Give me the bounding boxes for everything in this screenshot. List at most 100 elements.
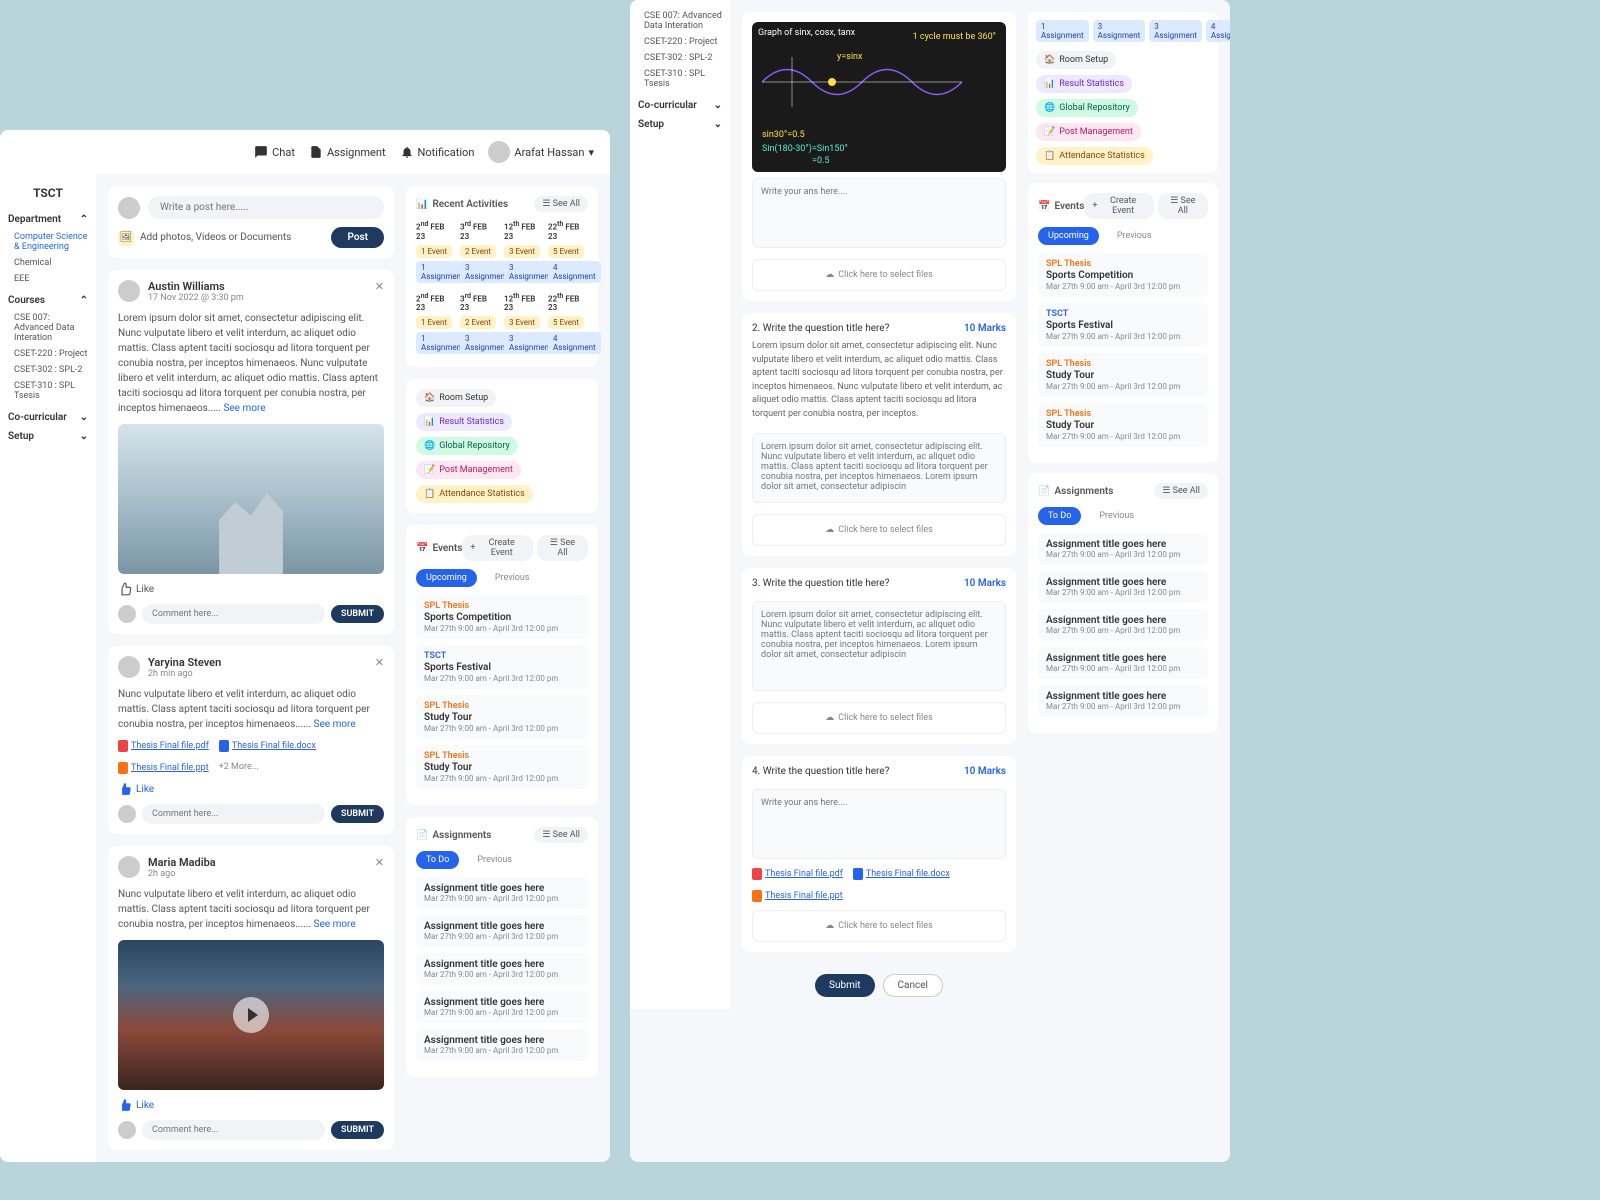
- event-card[interactable]: SPL ThesisStudy TourMar 27th 9:00 am - A…: [416, 695, 588, 739]
- sidebar-cocurricular[interactable]: Co-curricular⌄: [8, 412, 88, 423]
- upload-area[interactable]: ☁ Click here to select files: [752, 514, 1006, 546]
- post-input[interactable]: [148, 196, 384, 219]
- comment-input[interactable]: [142, 1120, 325, 1140]
- chip-global-repository[interactable]: 🌐 Global Repository: [416, 437, 518, 455]
- play-icon[interactable]: [233, 997, 269, 1033]
- tab-previous[interactable]: Previous: [485, 569, 540, 587]
- assignment-card[interactable]: Assignment title goes hereMar 27th 9:00 …: [416, 915, 588, 947]
- answer-textarea[interactable]: [752, 601, 1006, 691]
- chip-post-management[interactable]: 📝 Post Management: [1036, 123, 1141, 141]
- event-card[interactable]: TSCTSports FestivalMar 27th 9:00 am - Ap…: [1038, 303, 1208, 347]
- create-event-button[interactable]: + Create Event: [462, 535, 533, 561]
- cancel-button[interactable]: Cancel: [883, 974, 943, 997]
- event-card[interactable]: SPL ThesisSports CompetitionMar 27th 9:0…: [416, 595, 588, 639]
- assignment-card[interactable]: Assignment title goes hereMar 27th 9:00 …: [1038, 609, 1208, 641]
- file-link[interactable]: Thesis Final file.docx: [219, 740, 316, 752]
- tab-todo[interactable]: To Do: [1038, 507, 1081, 525]
- sidebar-item[interactable]: CSE 007: Advanced Data Interation: [8, 310, 88, 346]
- tab-upcoming[interactable]: Upcoming: [1038, 227, 1099, 245]
- close-icon[interactable]: ✕: [375, 280, 384, 293]
- upload-area[interactable]: ☁ Click here to select files: [752, 910, 1006, 942]
- chip-attendance[interactable]: 📋 Attendance Statistics: [416, 485, 533, 503]
- file-link[interactable]: Thesis Final file.ppt: [752, 890, 843, 902]
- assignment-card[interactable]: Assignment title goes hereMar 27th 9:00 …: [1038, 685, 1208, 717]
- tab-previous[interactable]: Previous: [1089, 507, 1144, 525]
- file-link[interactable]: Thesis Final file.ppt: [118, 762, 209, 774]
- submit-comment[interactable]: SUBMIT: [331, 605, 384, 623]
- close-icon[interactable]: ✕: [375, 656, 384, 669]
- close-icon[interactable]: ✕: [375, 856, 384, 869]
- event-card[interactable]: SPL ThesisStudy TourMar 27th 9:00 am - A…: [1038, 353, 1208, 397]
- post-button[interactable]: Post: [331, 227, 384, 248]
- sidebar-item[interactable]: CSET-220 : Project: [8, 346, 88, 362]
- sidebar-cocurricular[interactable]: Co-curricular⌄: [638, 100, 722, 111]
- sidebar-setup[interactable]: Setup⌄: [638, 119, 722, 130]
- event-card[interactable]: SPL ThesisStudy TourMar 27th 9:00 am - A…: [1038, 403, 1208, 447]
- answer-textarea[interactable]: [752, 433, 1006, 503]
- like-button[interactable]: Like: [118, 782, 384, 796]
- sidebar-item[interactable]: CSET-302 : SPL-2: [8, 362, 88, 378]
- assignment-card[interactable]: Assignment title goes hereMar 27th 9:00 …: [1038, 647, 1208, 679]
- chip-post-management[interactable]: 📝 Post Management: [416, 461, 521, 479]
- more-files[interactable]: +2 More...: [219, 762, 259, 774]
- comment-input[interactable]: [142, 604, 325, 624]
- answer-textarea[interactable]: [752, 178, 1006, 248]
- chat-link[interactable]: Chat: [254, 145, 295, 159]
- sidebar-courses[interactable]: Courses⌃: [8, 295, 88, 306]
- chip-result-statistics[interactable]: 📊 Result Statistics: [1036, 75, 1132, 93]
- assignment-card[interactable]: Assignment title goes hereMar 27th 9:00 …: [416, 877, 588, 909]
- chip-room-setup[interactable]: 🏠 Room Setup: [416, 389, 496, 407]
- see-more[interactable]: See more: [223, 403, 265, 414]
- see-all-button[interactable]: ☰ See All: [534, 196, 588, 212]
- event-card[interactable]: TSCTSports FestivalMar 27th 9:00 am - Ap…: [416, 645, 588, 689]
- file-link[interactable]: Thesis Final file.pdf: [118, 740, 209, 752]
- assignment-card[interactable]: Assignment title goes hereMar 27th 9:00 …: [416, 991, 588, 1023]
- chip-global-repository[interactable]: 🌐 Global Repository: [1036, 99, 1138, 117]
- chip-room-setup[interactable]: 🏠 Room Setup: [1036, 51, 1116, 69]
- answer-textarea[interactable]: [752, 789, 1006, 859]
- create-event-button[interactable]: + Create Event: [1084, 193, 1153, 219]
- notification-link[interactable]: Notification: [400, 145, 475, 159]
- upload-area[interactable]: ☁ Click here to select files: [752, 259, 1006, 291]
- event-card[interactable]: SPL ThesisStudy TourMar 27th 9:00 am - A…: [416, 745, 588, 789]
- assignment-card[interactable]: Assignment title goes hereMar 27th 9:00 …: [1038, 533, 1208, 565]
- sidebar-item[interactable]: Chemical: [8, 255, 88, 271]
- sidebar-item[interactable]: CSET-310 : SPL Tsesis: [8, 378, 88, 404]
- event-card[interactable]: SPL ThesisSports CompetitionMar 27th 9:0…: [1038, 253, 1208, 297]
- submit-button[interactable]: Submit: [815, 974, 875, 997]
- see-more[interactable]: See more: [314, 919, 356, 930]
- file-link[interactable]: Thesis Final file.pdf: [752, 868, 843, 880]
- comment-input[interactable]: [142, 804, 325, 824]
- like-button[interactable]: Like: [118, 582, 384, 596]
- see-more[interactable]: See more: [314, 719, 356, 730]
- sidebar-item[interactable]: CSET-310 : SPL Tsesis: [638, 66, 722, 92]
- user-menu[interactable]: Arafat Hassan▾: [488, 141, 594, 163]
- sidebar-department[interactable]: Department⌃: [8, 214, 88, 225]
- see-all-button[interactable]: ☰ See All: [537, 535, 588, 561]
- submit-comment[interactable]: SUBMIT: [331, 1121, 384, 1139]
- assignment-card[interactable]: Assignment title goes hereMar 27th 9:00 …: [1038, 571, 1208, 603]
- see-all-button[interactable]: ☰ See All: [1154, 483, 1208, 499]
- upload-area[interactable]: ☁ Click here to select files: [752, 702, 1006, 734]
- chip-attendance[interactable]: 📋 Attendance Statistics: [1036, 147, 1153, 165]
- submit-comment[interactable]: SUBMIT: [331, 805, 384, 823]
- sidebar-item[interactable]: EEE: [8, 271, 88, 287]
- assignment-card[interactable]: Assignment title goes hereMar 27th 9:00 …: [416, 1029, 588, 1061]
- tab-previous[interactable]: Previous: [467, 851, 522, 869]
- chip-result-statistics[interactable]: 📊 Result Statistics: [416, 413, 512, 431]
- see-all-button[interactable]: ☰ See All: [534, 827, 588, 843]
- sidebar-item[interactable]: CSET-220 : Project: [638, 34, 722, 50]
- sidebar-item[interactable]: CSE 007: Advanced Data Interation: [638, 8, 722, 34]
- sidebar-setup[interactable]: Setup⌄: [8, 431, 88, 442]
- sidebar-item[interactable]: CSET-302 : SPL-2: [638, 50, 722, 66]
- attach-media[interactable]: 🖼Add photos, Videos or Documents: [118, 230, 291, 246]
- tab-upcoming[interactable]: Upcoming: [416, 569, 477, 587]
- assignment-card[interactable]: Assignment title goes hereMar 27th 9:00 …: [416, 953, 588, 985]
- assignment-link[interactable]: Assignment: [309, 145, 386, 159]
- tab-todo[interactable]: To Do: [416, 851, 459, 869]
- see-all-button[interactable]: ☰ See All: [1158, 193, 1208, 219]
- sidebar-item[interactable]: Computer Science & Engineering: [8, 229, 88, 255]
- tab-previous[interactable]: Previous: [1107, 227, 1162, 245]
- like-button[interactable]: Like: [118, 1098, 384, 1112]
- file-link[interactable]: Thesis Final file.docx: [853, 868, 950, 880]
